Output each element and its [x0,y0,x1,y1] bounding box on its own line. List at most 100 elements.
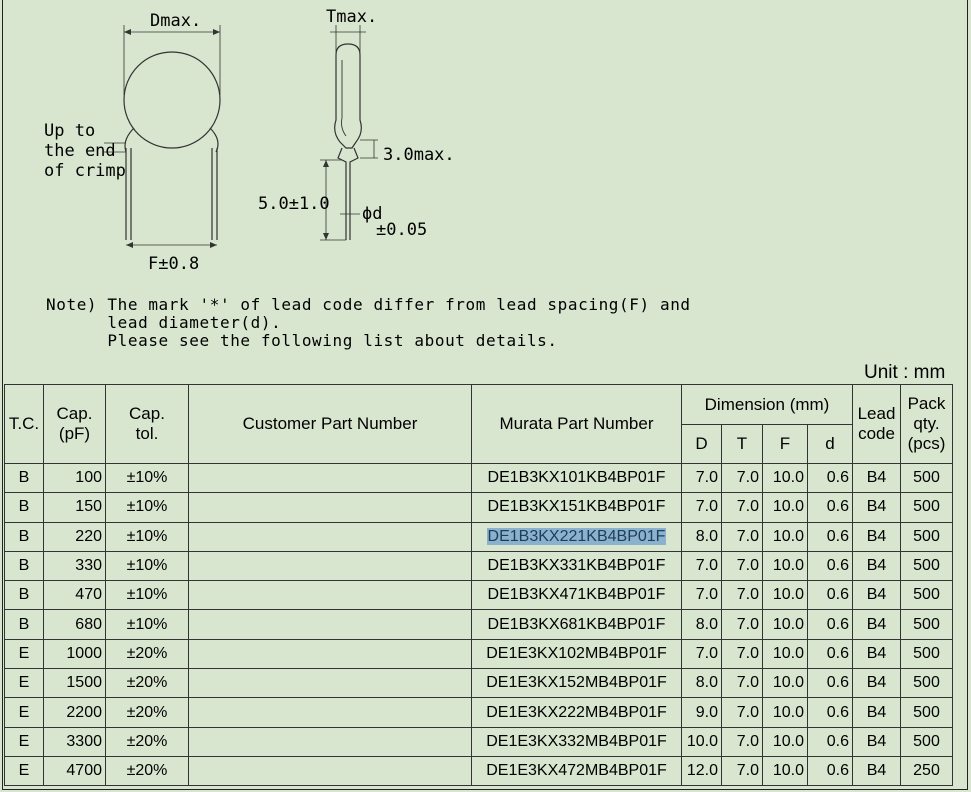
dimension-t-cell: 7.0 [721,609,763,640]
cap-cell: 150 [43,492,106,523]
cap-cell: 100 [43,462,106,494]
pack-qty-cell: 500 [900,697,953,728]
cap-cell: 220 [43,521,106,552]
customer-part-number-cell[interactable] [188,726,472,757]
crimp-label-2: the end [44,141,116,161]
customer-part-number-cell[interactable] [188,668,472,699]
part-number-table: T.C. Cap. (pF) Cap. tol. Customer Part N… [4,384,953,787]
cap-tol-cell: ±20% [105,638,189,670]
lead-code-cell: B4 [852,697,901,728]
dimension-lead-diameter-cell: 0.6 [807,726,853,757]
cap-cell: 680 [43,609,106,640]
cap-tol-cell: ±10% [105,521,189,552]
table-row: E 3300 ±20% DE1E3KX332MB4BP01F 10.0 7.0 10.0 0.… [4,726,953,757]
cap-cell: 1000 [43,638,106,670]
pack-qty-cell: 500 [900,462,953,494]
pack-qty-cell: 500 [900,668,953,699]
lead-length-label: 5.0±1.0 [258,194,330,214]
header-f: F [762,424,808,464]
murata-part-number-cell[interactable]: DE1E3KX472MB4BP01F [471,755,682,787]
lead-code-cell: B4 [852,492,901,523]
dimension-t-cell: 7.0 [721,668,763,699]
dimension-lead-diameter-cell: 0.6 [807,697,853,728]
dimension-t-cell: 7.0 [721,697,763,728]
customer-part-number-cell[interactable] [188,521,472,552]
dimension-f-cell: 10.0 [762,462,808,494]
lead-code-cell: B4 [852,726,901,757]
dimension-d-cell: 10.0 [681,726,722,757]
lead-code-cell: B4 [852,609,901,640]
dmax-label: Dmax. [150,11,201,31]
murata-part-number-cell[interactable]: DE1E3KX102MB4BP01F [471,638,682,670]
dimension-f-cell: 10.0 [762,726,808,757]
murata-part-number-cell[interactable]: DE1B3KX101KB4BP01F [471,462,682,494]
lead-code-cell: B4 [852,668,901,699]
dimension-d-cell: 7.0 [681,492,722,523]
dimension-lead-diameter-cell: 0.6 [807,638,853,670]
cap-tol-cell: ±20% [105,697,189,728]
header-pack-qty: Pack qty. (pcs) [900,384,953,464]
customer-part-number-cell[interactable] [188,462,472,494]
customer-part-number-cell[interactable] [188,550,472,582]
tc-cell: E [4,697,44,728]
table-row: E 2200 ±20% DE1E3KX222MB4BP01F 9.0 7.0 10.0 0.6… [4,697,953,728]
header-customer-part-number: Customer Part Number [188,384,472,464]
customer-part-number-cell[interactable] [188,697,472,728]
crimp-max-label: 3.0max. [383,145,455,165]
cap-tol-cell: ±10% [105,550,189,582]
selected-text[interactable]: DE1B3KX221KB4BP01F [486,527,667,545]
pack-qty-cell: 500 [900,492,953,523]
customer-part-number-cell[interactable] [188,755,472,787]
disc-body [123,51,221,149]
pack-qty-cell: 250 [900,755,953,787]
pack-qty-cell: 500 [900,550,953,582]
crimp-label-3: of crimp [44,161,126,181]
murata-part-number-cell[interactable]: DE1E3KX222MB4BP01F [471,697,682,728]
tc-cell: B [4,550,44,582]
header-lead-diameter: d [807,424,853,464]
dimension-d-cell: 7.0 [681,580,722,611]
dimension-t-cell: 7.0 [721,726,763,757]
header-tc: T.C. [4,384,44,464]
dimension-lead-diameter-cell: 0.6 [807,521,853,552]
customer-part-number-cell[interactable] [188,609,472,640]
crimp-label-1: Up to [44,121,95,141]
murata-part-number-cell[interactable]: DE1B3KX221KB4BP01F [471,521,682,552]
murata-part-number-cell[interactable]: DE1B3KX331KB4BP01F [471,550,682,582]
note-text: Note) The mark '*' of lead code differ f… [46,295,691,350]
dimension-d-cell: 7.0 [681,638,722,670]
table-row: B 330 ±10% DE1B3KX331KB4BP01F 7.0 7.0 10.0 0.6 B… [4,550,953,582]
dimension-f-cell: 10.0 [762,521,808,552]
pack-qty-cell: 500 [900,609,953,640]
cap-cell: 1500 [43,668,106,699]
dimension-d-cell: 7.0 [681,462,722,494]
table-row: B 220 ±10% DE1B3KX221KB4BP01F 8.0 7.0 10.0 0.6 B… [4,521,953,552]
murata-part-number-cell[interactable]: DE1B3KX471KB4BP01F [471,580,682,611]
dimension-f-cell: 10.0 [762,697,808,728]
dimension-f-cell: 10.0 [762,492,808,523]
murata-part-number-cell[interactable]: DE1B3KX681KB4BP01F [471,609,682,640]
lead-code-cell: B4 [852,462,901,494]
tc-cell: E [4,726,44,757]
table-row: B 680 ±10% DE1B3KX681KB4BP01F 8.0 7.0 10.0 0.6 B… [4,609,953,640]
dimension-t-cell: 7.0 [721,462,763,494]
dimension-t-cell: 7.0 [721,755,763,787]
dimension-t-cell: 7.0 [721,521,763,552]
customer-part-number-cell[interactable] [188,638,472,670]
dimension-lead-diameter-cell: 0.6 [807,609,853,640]
tc-cell: B [4,521,44,552]
table-row: B 470 ±10% DE1B3KX471KB4BP01F 7.0 7.0 10.0 0.6 B… [4,580,953,611]
murata-part-number-cell[interactable]: DE1E3KX332MB4BP01F [471,726,682,757]
murata-part-number-cell[interactable]: DE1E3KX152MB4BP01F [471,668,682,699]
customer-part-number-cell[interactable] [188,580,472,611]
cap-tol-cell: ±20% [105,726,189,757]
dimension-f-cell: 10.0 [762,609,808,640]
dimension-lead-diameter-cell: 0.6 [807,755,853,787]
customer-part-number-cell[interactable] [188,492,472,523]
murata-part-number-cell[interactable]: DE1B3KX151KB4BP01F [471,492,682,523]
dimension-t-cell: 7.0 [721,638,763,670]
tc-cell: E [4,638,44,670]
dimension-lead-diameter-cell: 0.6 [807,492,853,523]
table-row: E 4700 ±20% DE1E3KX472MB4BP01F 12.0 7.0 10.0 0.… [4,755,953,787]
pack-qty-cell: 500 [900,638,953,670]
